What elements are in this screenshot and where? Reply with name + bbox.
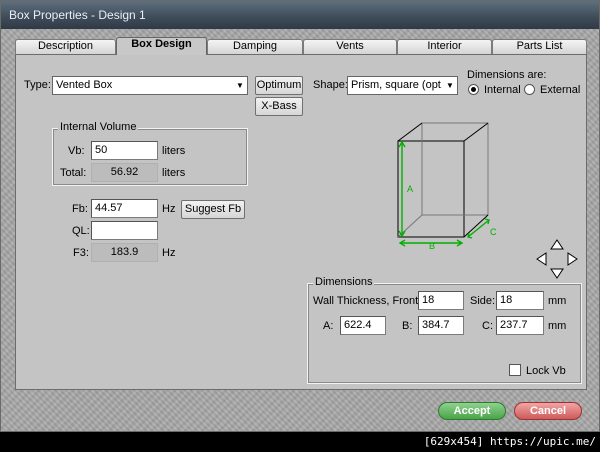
diagram-label-b: B [429,241,435,251]
diagram-label-a: A [407,184,413,194]
suggest-fb-button[interactable]: Suggest Fb [181,200,245,219]
accept-button[interactable]: Accept [438,402,506,420]
vb-unit: liters [162,145,186,157]
total-unit: liters [162,167,186,179]
cancel-button[interactable]: Cancel [514,402,582,420]
c-label: C: [482,320,493,332]
box-diagram: A B C [397,122,497,251]
shape-select-value: Prism, square (opt.) [351,79,448,91]
rotate-arrows-icon[interactable] [536,239,578,279]
internal-radio-label[interactable]: Internal [484,84,521,96]
total-value: 56.92 [91,163,158,182]
optimum-button[interactable]: Optimum [255,76,303,95]
type-label: Type: [24,79,51,91]
vb-label: Vb: [68,145,85,157]
type-select-value: Vented Box [56,79,113,91]
fb-label: Fb: [72,203,88,215]
side-label: Side: [470,295,496,307]
front-thickness-input[interactable]: 18 [418,291,464,310]
lock-vb-label[interactable]: Lock Vb [526,365,566,377]
vb-input[interactable]: 50 [91,141,158,160]
f3-unit: Hz [162,247,176,259]
internal-radio[interactable] [468,84,479,95]
tab-vents[interactable]: Vents [303,39,397,54]
dimensions-are-label: Dimensions are: [467,69,547,81]
chevron-down-icon[interactable]: ▼ [442,77,457,94]
tab-parts-list[interactable]: Parts List [492,39,587,54]
shape-select[interactable]: Prism, square (opt.) ▼ [347,76,458,95]
title-bar[interactable]: Box Properties - Design 1 [1,1,599,29]
tab-box-design[interactable]: Box Design [116,37,207,55]
external-radio-label[interactable]: External [540,84,580,96]
ql-input[interactable] [91,221,158,240]
internal-volume-title: Internal Volume [58,121,139,133]
ql-label: QL: [72,225,90,237]
chevron-down-icon[interactable]: ▼ [232,77,247,94]
diagram-label-c: C [490,227,497,237]
f3-label: F3: [73,247,89,259]
a-label: A: [323,320,334,332]
lock-vb-checkbox[interactable] [509,364,521,376]
external-radio[interactable] [524,84,535,95]
box-properties-window: Box Properties - Design 1 Description Bo… [0,0,600,432]
shape-label: Shape: [313,79,348,91]
b-input[interactable]: 384.7 [418,316,464,335]
wall-thickness-label: Wall Thickness, Front: [313,295,422,307]
tab-interior[interactable]: Interior [397,39,492,54]
window-title: Box Properties - Design 1 [9,8,146,22]
box-design-panel: Type: Vented Box ▼ Optimum X-Bass Shape:… [15,54,587,390]
image-host-footer: [629x454] https://upic.me/ [0,432,600,452]
thickness-unit: mm [548,295,567,307]
type-select[interactable]: Vented Box ▼ [52,76,248,95]
dimension-unit: mm [548,320,567,332]
image-host-caption: [629x454] https://upic.me/ [423,435,596,448]
tab-damping[interactable]: Damping [207,39,303,54]
a-input[interactable]: 622.4 [340,316,386,335]
f3-value: 183.9 [91,243,158,262]
fb-input[interactable]: 44.57 [91,199,158,218]
b-label: B: [402,320,413,332]
c-input[interactable]: 237.7 [496,316,544,335]
tab-strip: Description Box Design Damping Vents Int… [15,37,587,55]
tab-description[interactable]: Description [15,39,116,54]
fb-unit: Hz [162,203,176,215]
dimensions-title: Dimensions [313,276,375,288]
xbass-button[interactable]: X-Bass [255,97,303,116]
side-thickness-input[interactable]: 18 [496,291,544,310]
total-label: Total: [60,167,87,179]
